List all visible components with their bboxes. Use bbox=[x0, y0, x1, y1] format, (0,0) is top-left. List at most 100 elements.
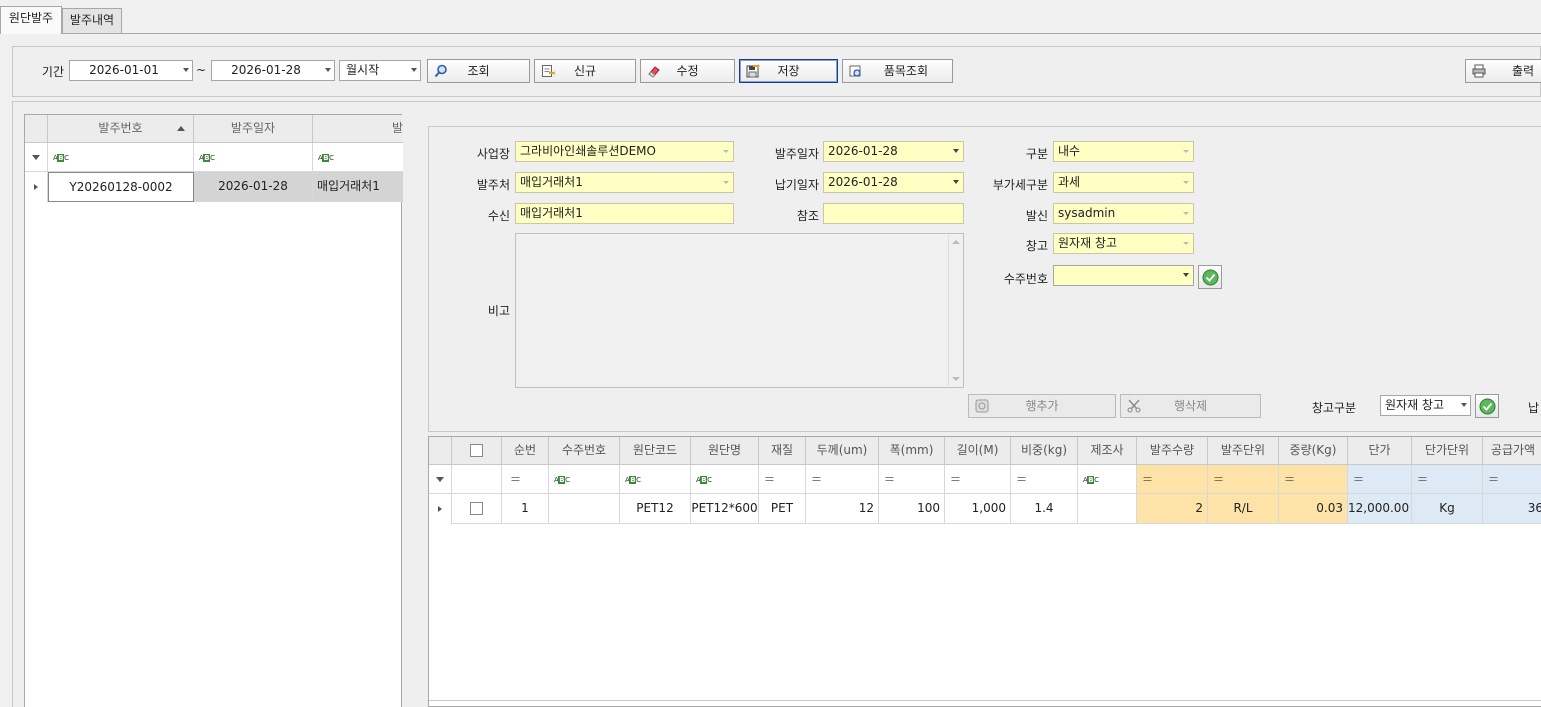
memo-textarea[interactable] bbox=[515, 233, 964, 388]
col-header-order-unit[interactable]: 발주단위 bbox=[1208, 437, 1279, 465]
date-to-picker[interactable]: 2026-01-28 bbox=[211, 60, 335, 81]
list-cell-order-no[interactable]: Y20260128-0002 bbox=[48, 172, 194, 202]
col-header-gravity[interactable]: 비중(kg) bbox=[1011, 437, 1078, 465]
week-start-select[interactable]: 월시작 bbox=[339, 60, 421, 81]
col-header-price-unit[interactable]: 단가단위 bbox=[1412, 437, 1483, 465]
equals-filter-icon: ＝ bbox=[764, 473, 775, 486]
filter-maker[interactable]: ABC bbox=[1078, 465, 1137, 494]
recipient-input[interactable]: 매입거래처1 bbox=[515, 203, 734, 224]
col-header-length[interactable]: 길이(M) bbox=[945, 437, 1011, 465]
col-header-price[interactable]: 단가 bbox=[1348, 437, 1412, 465]
col-header-order-qty[interactable]: 발주수량 bbox=[1137, 437, 1208, 465]
cell-thickness[interactable]: 12 bbox=[806, 494, 879, 524]
sales-order-confirm-button[interactable] bbox=[1198, 265, 1222, 289]
col-header-fabric-name[interactable]: 원단명 bbox=[691, 437, 759, 465]
col-header-width[interactable]: 폭(mm) bbox=[879, 437, 945, 465]
cell-maker[interactable] bbox=[1078, 494, 1137, 524]
date-to-value: 2026-01-28 bbox=[231, 63, 301, 77]
vendor-label: 발주처 bbox=[476, 178, 510, 192]
edit-button[interactable]: 수정 bbox=[640, 59, 735, 83]
new-button[interactable]: 신규 bbox=[534, 59, 636, 83]
cell-weight[interactable]: 0.03 bbox=[1279, 494, 1348, 524]
cell-material[interactable]: PET bbox=[759, 494, 806, 524]
tab-fabric-order[interactable]: 원단발주 bbox=[0, 6, 62, 34]
col-header-vendor[interactable]: 발 bbox=[313, 115, 403, 143]
print-button[interactable]: 출력 bbox=[1465, 59, 1541, 83]
vendor-select[interactable]: 매입거래처1 bbox=[515, 172, 734, 193]
cell-sales-order[interactable] bbox=[549, 494, 620, 524]
item-search-button[interactable]: 품목조회 bbox=[842, 59, 953, 83]
select-all-checkbox[interactable] bbox=[470, 444, 483, 457]
cell-gravity[interactable]: 1.4 bbox=[1011, 494, 1078, 524]
filter-order-unit[interactable]: ＝ bbox=[1208, 465, 1279, 494]
cell-seq[interactable]: 1 bbox=[502, 494, 549, 524]
scroll-down-icon[interactable] bbox=[952, 377, 960, 381]
save-button[interactable]: 저장 bbox=[739, 59, 838, 83]
warehouse-select[interactable]: 원자재 창고 bbox=[1053, 233, 1194, 254]
filter-width[interactable]: ＝ bbox=[879, 465, 945, 494]
filter-order-no[interactable]: ABC bbox=[48, 143, 194, 172]
filter-order-date[interactable]: ABC bbox=[194, 143, 313, 172]
type-select[interactable]: 내수 bbox=[1053, 141, 1194, 162]
filter-price[interactable]: ＝ bbox=[1348, 465, 1412, 494]
scroll-up-icon[interactable] bbox=[952, 240, 960, 244]
row-indicator[interactable] bbox=[25, 172, 48, 202]
filter-fabric-code[interactable]: ABC bbox=[620, 465, 691, 494]
filter-fabric-name[interactable]: ABC bbox=[691, 465, 759, 494]
add-row-button[interactable]: 행추가 bbox=[968, 394, 1116, 418]
cell-fabric-name[interactable]: PET12*600 bbox=[691, 494, 759, 524]
memo-scrollbar[interactable] bbox=[948, 235, 962, 386]
reference-input[interactable] bbox=[823, 203, 964, 224]
filter-seq[interactable]: ＝ bbox=[502, 465, 549, 494]
due-date-picker[interactable]: 2026-01-28 bbox=[823, 172, 964, 193]
cell-price-unit[interactable]: Kg bbox=[1412, 494, 1483, 524]
select-all-header[interactable] bbox=[452, 437, 502, 465]
col-header-order-no[interactable]: 발주번호 bbox=[48, 115, 194, 143]
col-header-amount[interactable]: 공급가액 bbox=[1483, 437, 1541, 465]
filter-price-unit[interactable]: ＝ bbox=[1412, 465, 1483, 494]
detail-row-checkbox-cell[interactable] bbox=[452, 494, 502, 524]
col-header-fabric-code[interactable]: 원단코드 bbox=[620, 437, 691, 465]
cell-length[interactable]: 1,000 bbox=[945, 494, 1011, 524]
col-header-maker[interactable]: 제조사 bbox=[1078, 437, 1137, 465]
filter-order-qty[interactable]: ＝ bbox=[1137, 465, 1208, 494]
vat-select[interactable]: 과세 bbox=[1053, 172, 1194, 193]
tab-order-history[interactable]: 발주내역 bbox=[62, 8, 122, 33]
col-header-material[interactable]: 재질 bbox=[759, 437, 806, 465]
cell-order-unit[interactable]: R/L bbox=[1208, 494, 1279, 524]
filter-material[interactable]: ＝ bbox=[759, 465, 806, 494]
filter-gravity[interactable]: ＝ bbox=[1011, 465, 1078, 494]
list-cell-vendor[interactable]: 매입거래처1 bbox=[313, 172, 403, 202]
col-header-seq[interactable]: 순번 bbox=[502, 437, 549, 465]
order-date-picker[interactable]: 2026-01-28 bbox=[823, 141, 964, 162]
site-select[interactable]: 그라비아인쇄솔루션DEMO bbox=[515, 141, 734, 162]
cell-width[interactable]: 100 bbox=[879, 494, 945, 524]
cell-price[interactable]: 12,000.00 bbox=[1348, 494, 1412, 524]
filter-vendor[interactable]: ABC bbox=[313, 143, 403, 172]
col-header-order-date[interactable]: 발주일자 bbox=[194, 115, 313, 143]
sales-order-select[interactable] bbox=[1053, 265, 1194, 286]
warehouse-type-select[interactable]: 원자재 창고 bbox=[1380, 395, 1471, 416]
filter-amount[interactable]: ＝ bbox=[1483, 465, 1541, 494]
row-checkbox[interactable] bbox=[470, 502, 483, 515]
date-from-picker[interactable]: 2026-01-01 bbox=[69, 60, 193, 81]
filter-thickness[interactable]: ＝ bbox=[806, 465, 879, 494]
warehouse-type-confirm-button[interactable] bbox=[1475, 394, 1499, 418]
filter-length[interactable]: ＝ bbox=[945, 465, 1011, 494]
detail-row-indicator[interactable] bbox=[429, 494, 452, 524]
sender-select[interactable]: sysadmin bbox=[1053, 203, 1194, 224]
cell-order-qty[interactable]: 2 bbox=[1137, 494, 1208, 524]
filter-weight[interactable]: ＝ bbox=[1279, 465, 1348, 494]
col-header-weight[interactable]: 중량(Kg) bbox=[1279, 437, 1348, 465]
delete-row-button[interactable]: 행삭제 bbox=[1120, 394, 1261, 418]
cell-fabric-code[interactable]: PET12 bbox=[620, 494, 691, 524]
eraser-icon bbox=[648, 66, 660, 78]
filter-sales-order[interactable]: ABC bbox=[549, 465, 620, 494]
col-header-sales-order[interactable]: 수주번호 bbox=[549, 437, 620, 465]
cell-amount[interactable]: 36 bbox=[1483, 494, 1541, 524]
search-button[interactable]: 조회 bbox=[427, 59, 530, 83]
reference-label: 참조 bbox=[796, 209, 819, 223]
col-header-thickness[interactable]: 두께(um) bbox=[806, 437, 879, 465]
warehouse-type-label: 창고구분 bbox=[1311, 401, 1356, 415]
list-cell-order-date[interactable]: 2026-01-28 bbox=[194, 172, 313, 202]
